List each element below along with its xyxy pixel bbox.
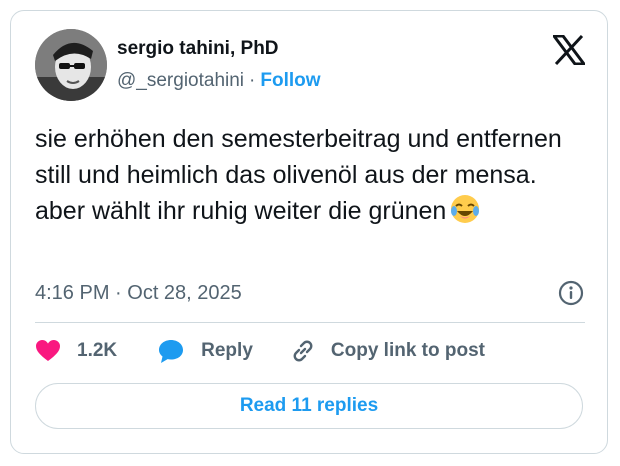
author-block: sergio tahini, PhD @_sergiotahini · Follow xyxy=(117,37,321,93)
tweet-text: sie erhöhen den semesterbeitrag und entf… xyxy=(35,121,585,229)
x-logo-icon[interactable] xyxy=(551,34,587,66)
avatar[interactable] xyxy=(35,29,107,101)
info-icon[interactable] xyxy=(557,279,585,307)
read-replies-button[interactable]: Read 11 replies xyxy=(35,383,583,429)
author-name[interactable]: sergio tahini, PhD xyxy=(117,37,321,61)
divider xyxy=(35,322,585,323)
action-bar: 1.2K Reply Copy link to post xyxy=(35,336,485,366)
tweet-card: sergio tahini, PhD @_sergiotahini · Follow… xyxy=(10,10,608,454)
face-with-tears-of-joy-icon xyxy=(450,194,480,224)
reply-button[interactable]: Reply xyxy=(157,338,253,364)
reply-label: Reply xyxy=(201,340,253,361)
tweet-text-content: sie erhöhen den semesterbeitrag und entf… xyxy=(35,125,562,225)
heart-icon xyxy=(35,339,61,363)
speech-bubble-icon xyxy=(157,338,185,364)
link-icon xyxy=(289,337,317,365)
timestamp[interactable]: 4:16 PM · Oct 28, 2025 xyxy=(35,280,242,306)
follow-button[interactable]: Follow xyxy=(260,70,320,91)
read-replies-label: Read 11 replies xyxy=(239,395,379,416)
like-button[interactable]: 1.2K xyxy=(35,339,117,363)
handle-row: @_sergiotahini · Follow xyxy=(117,69,321,93)
avatar-photo xyxy=(35,29,107,101)
like-count: 1.2K xyxy=(77,340,118,361)
copy-link-label: Copy link to post xyxy=(330,340,485,361)
separator-dot: · xyxy=(249,70,256,91)
author-handle[interactable]: @_sergiotahini xyxy=(117,70,244,91)
copy-link-button[interactable]: Copy link to post xyxy=(289,337,485,365)
